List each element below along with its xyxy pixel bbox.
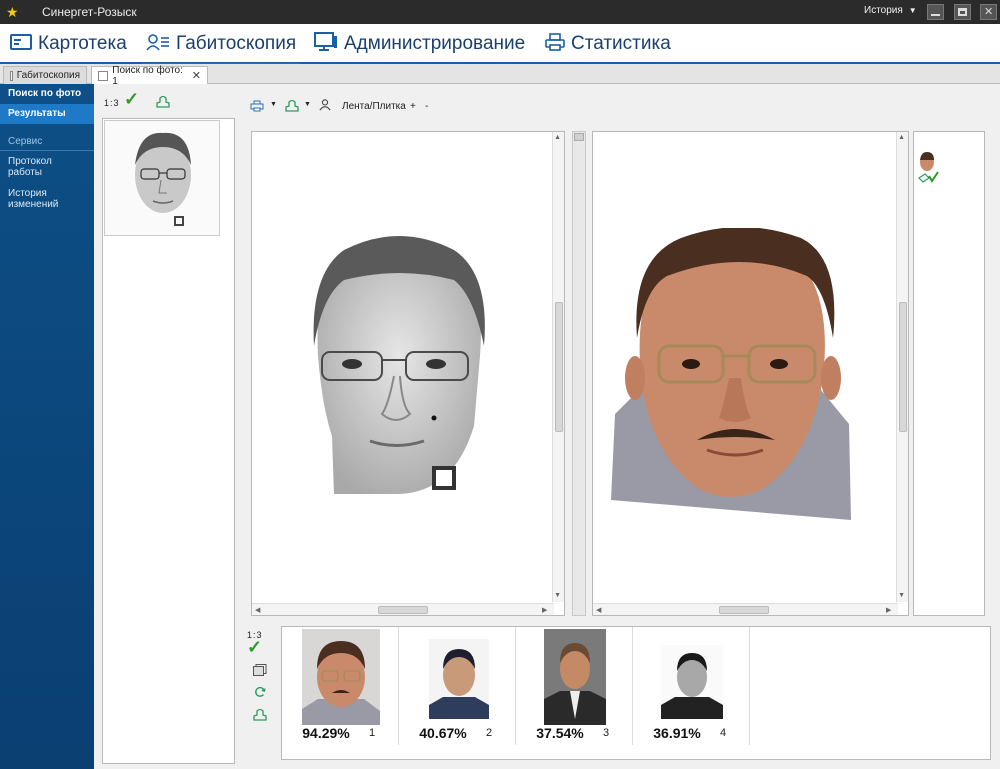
sidebar-section-service: Сервис bbox=[0, 124, 94, 151]
result-percent: 94.29% bbox=[302, 725, 350, 741]
menu-item-administrirovanie[interactable]: Администрирование bbox=[314, 30, 525, 58]
sketch-vertical-scrollbar[interactable] bbox=[552, 132, 564, 602]
sidebar-link-change-history[interactable]: История изменений bbox=[0, 183, 94, 215]
faces-icon bbox=[146, 33, 170, 56]
monitor-icon bbox=[314, 31, 338, 57]
scroll-left-icon[interactable]: ◀ bbox=[255, 606, 260, 614]
menu-item-kartoteka[interactable]: Картотека bbox=[10, 30, 127, 58]
mini-photo-thumbnail[interactable] bbox=[917, 150, 939, 184]
result-percent: 37.54% bbox=[536, 725, 584, 741]
window-title: Синергет-Розыск bbox=[42, 5, 137, 19]
title-bar: ★ Синергет-Розыск История ▼ bbox=[0, 0, 1000, 24]
refresh-icon[interactable] bbox=[253, 686, 267, 698]
menu-item-gabitoskopiya[interactable]: Габитоскопия bbox=[141, 30, 301, 66]
printer-icon bbox=[545, 32, 565, 56]
result-item[interactable]: 36.91% 4 bbox=[633, 627, 750, 745]
history-dropdown[interactable]: История ▼ bbox=[864, 5, 917, 16]
scroll-right-icon[interactable]: ▶ bbox=[886, 606, 891, 614]
copy-icon[interactable] bbox=[253, 664, 267, 676]
scroll-up-icon[interactable]: ▲ bbox=[898, 134, 905, 141]
main-area: 1:3 ✓ ▼ ▼ Лента/Плитка + - ▲ ▼ ◀ ▶ ▲ ▼ ◀… bbox=[94, 84, 1000, 769]
result-photo-3 bbox=[544, 629, 606, 725]
photo-view-panel: ▲ ▼ ◀ ▶ bbox=[592, 131, 909, 616]
sidebar-item-results[interactable]: Результаты bbox=[0, 104, 94, 124]
app-star-icon: ★ bbox=[6, 3, 19, 20]
result-percent: 40.67% bbox=[419, 725, 467, 741]
query-ratio: 1:3 bbox=[104, 98, 120, 108]
panel-splitter[interactable] bbox=[572, 131, 586, 616]
card-index-icon bbox=[10, 33, 32, 56]
view-toggle-button[interactable]: Лента/Плитка bbox=[342, 101, 406, 112]
menu-label: Статистика bbox=[571, 33, 671, 54]
history-label: История bbox=[864, 5, 903, 16]
document-icon bbox=[98, 70, 109, 81]
fingerprint-stamp-icon[interactable] bbox=[156, 96, 170, 108]
sketch-face-thumbnail bbox=[135, 132, 191, 226]
sidebar-item-photo-search[interactable]: Поиск по фото bbox=[0, 84, 94, 104]
stamp-icon[interactable] bbox=[285, 100, 299, 112]
person-icon[interactable] bbox=[318, 99, 332, 111]
result-percent: 36.91% bbox=[653, 725, 701, 741]
result-photo-1 bbox=[302, 629, 380, 725]
results-strip: 94.29% 1 40.67% 2 37.54% 3 36.91% 4 bbox=[281, 626, 991, 760]
scroll-right-icon[interactable]: ▶ bbox=[542, 606, 547, 614]
confirm-check-icon[interactable]: ✓ bbox=[124, 89, 139, 110]
result-rank: 4 bbox=[720, 727, 727, 739]
stamp-dropdown-arrow-icon[interactable]: ▼ bbox=[304, 101, 311, 108]
sketch-horizontal-scrollbar[interactable] bbox=[252, 603, 554, 615]
matched-photo-image bbox=[611, 228, 851, 520]
scroll-down-icon[interactable]: ▼ bbox=[898, 592, 905, 599]
minimize-button[interactable] bbox=[927, 4, 944, 20]
result-rank: 2 bbox=[486, 727, 493, 739]
scroll-down-icon[interactable]: ▼ bbox=[554, 592, 561, 599]
query-thumbnail[interactable] bbox=[104, 120, 220, 236]
caret-down-icon: ▼ bbox=[908, 6, 917, 15]
close-tab-icon[interactable]: ✕ bbox=[192, 69, 201, 82]
splitter-handle[interactable] bbox=[574, 133, 584, 141]
result-rank: 3 bbox=[603, 727, 610, 739]
photo-horizontal-scrollbar[interactable] bbox=[593, 603, 898, 615]
result-item[interactable]: 40.67% 2 bbox=[399, 627, 516, 745]
tab-label: Габитоскопия bbox=[16, 70, 80, 81]
stamp-icon[interactable] bbox=[253, 709, 267, 721]
sidebar-link-work-log[interactable]: Протокол работы bbox=[0, 151, 94, 183]
sketch-face-image bbox=[313, 236, 485, 494]
tab-gabitoskopiya[interactable]: Габитоскопия bbox=[3, 66, 87, 84]
result-rank: 1 bbox=[369, 727, 376, 739]
menu-label: Габитоскопия bbox=[176, 33, 297, 54]
document-tabs: Габитоскопия Поиск по фото: 1 ✕ bbox=[0, 64, 1000, 87]
result-photo-4 bbox=[661, 645, 723, 719]
menu-item-statistika[interactable]: Статистика bbox=[545, 30, 671, 58]
mini-preview-panel bbox=[913, 131, 985, 616]
grid-icon bbox=[10, 70, 13, 81]
sidebar: Поиск по фото Результаты Сервис Протокол… bbox=[0, 84, 94, 769]
menu-label: Картотека bbox=[38, 33, 127, 54]
zoom-in-button[interactable]: + bbox=[410, 101, 416, 112]
query-list-panel bbox=[102, 118, 235, 764]
tab-photo-search[interactable]: Поиск по фото: 1 ✕ bbox=[91, 65, 208, 87]
print-icon[interactable] bbox=[250, 100, 264, 112]
result-item[interactable]: 94.29% 1 bbox=[282, 627, 399, 745]
result-photo-2 bbox=[429, 639, 489, 719]
main-menu: Картотека Габитоскопия Администрирование… bbox=[0, 24, 1000, 66]
sketch-view-panel: ▲ ▼ ◀ ▶ bbox=[251, 131, 565, 616]
maximize-button[interactable] bbox=[954, 4, 971, 20]
photo-vertical-scrollbar[interactable] bbox=[896, 132, 908, 602]
scroll-up-icon[interactable]: ▲ bbox=[554, 134, 561, 141]
print-dropdown-arrow-icon[interactable]: ▼ bbox=[270, 101, 277, 108]
zoom-out-button[interactable]: - bbox=[425, 101, 428, 112]
results-check-icon[interactable]: ✓ bbox=[247, 637, 262, 658]
result-item[interactable]: 37.54% 3 bbox=[516, 627, 633, 745]
close-window-button[interactable] bbox=[980, 4, 997, 20]
menu-label: Администрирование bbox=[344, 33, 526, 54]
scroll-left-icon[interactable]: ◀ bbox=[596, 606, 601, 614]
